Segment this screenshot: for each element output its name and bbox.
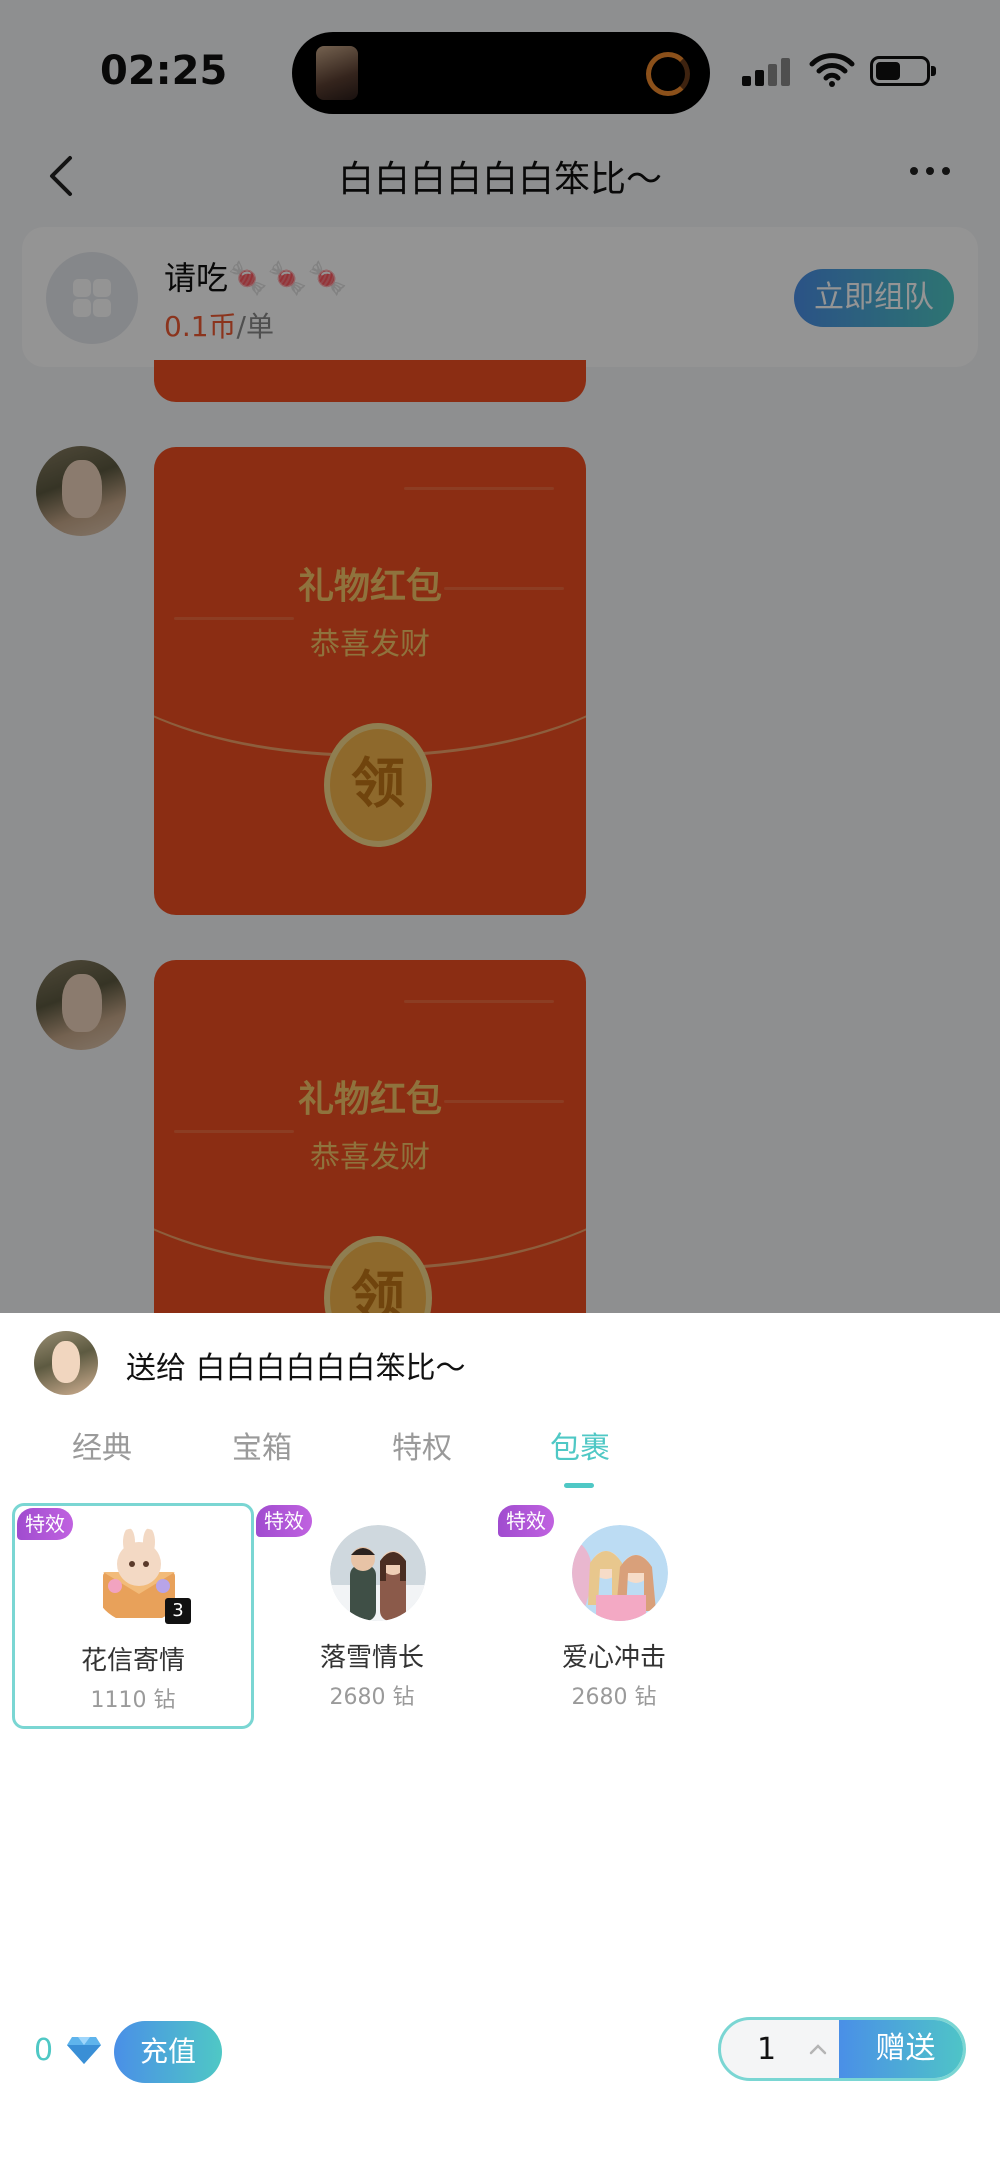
gift-price: 2680 钻: [571, 1685, 657, 1710]
tab-privilege[interactable]: 特权: [392, 1423, 452, 1467]
quantity-selector[interactable]: 1: [721, 2020, 841, 2078]
gift-name: 落雪情长: [319, 1643, 424, 1673]
gift-count-badge: 3: [165, 1598, 191, 1624]
effect-badge: 特效: [17, 1508, 73, 1540]
quantity-value: 1: [757, 2032, 777, 2067]
gift-price: 2680 钻: [329, 1685, 415, 1710]
active-tab-indicator: [564, 1483, 594, 1488]
send-gift-button[interactable]: 赠送: [839, 2020, 963, 2078]
gift-tabs: 经典 宝箱 特权 包裹: [0, 1423, 1000, 1493]
tab-treasure-box[interactable]: 宝箱: [232, 1423, 292, 1467]
tab-classic[interactable]: 经典: [72, 1423, 132, 1467]
recipient-label: 送给 白白白白白白笨比～: [126, 1343, 466, 1387]
gift-name: 花信寄情: [80, 1646, 185, 1676]
couple-snow-gift-icon: [330, 1525, 426, 1621]
diamond-balance: 0: [34, 2033, 54, 2068]
diamond-icon: [67, 2037, 101, 2064]
send-controls: 1 赠送: [718, 2017, 966, 2081]
gift-item[interactable]: 特效 3 花信寄情 1110 钻: [12, 1503, 254, 1729]
dim-overlay[interactable]: [0, 0, 1000, 1313]
tab-backpack[interactable]: 包裹: [550, 1423, 610, 1467]
gift-item[interactable]: 特效 爱心冲击 2680 钻: [496, 1503, 738, 1729]
gift-name: 爱心冲击: [561, 1643, 666, 1673]
anime-girls-gift-icon: [572, 1525, 668, 1621]
effect-badge: 特效: [498, 1505, 554, 1537]
chevron-up-icon[interactable]: [807, 2038, 829, 2060]
gift-price: 1110 钻: [90, 1688, 176, 1713]
recharge-button[interactable]: 充值: [114, 2021, 222, 2083]
chat-page: 02:25 白白白白白白笨比～ 请吃🍬🍬🍬 0.1币/单 立即组队 礼物红包 恭…: [0, 0, 1000, 1313]
recipient-name: 白白白白白白笨比～: [195, 1351, 466, 1386]
recipient-prefix: 送给: [126, 1351, 186, 1386]
gift-sheet: 送给 白白白白白白笨比～ 经典 宝箱 特权 包裹 特效 3 花信寄情 1110 …: [0, 1313, 1000, 2172]
gift-item[interactable]: 特效 落雪情长 2680 钻: [254, 1503, 496, 1729]
effect-badge: 特效: [256, 1505, 312, 1537]
recipient-avatar: [34, 1331, 98, 1395]
